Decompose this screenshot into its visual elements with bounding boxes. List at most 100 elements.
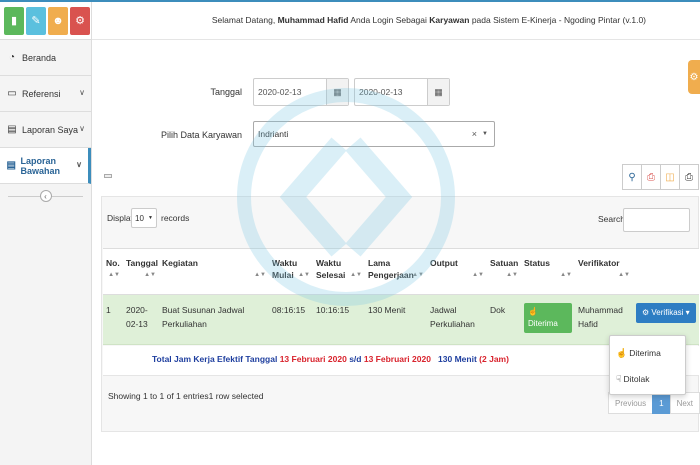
date-from-value[interactable]: 2020-02-13	[254, 87, 326, 97]
sort-icon: ▲▼	[506, 272, 518, 278]
thumbs-down-icon: ☟	[616, 373, 622, 384]
chevron-down-icon: ▼	[148, 215, 153, 221]
sort-icon: ▲▼	[254, 272, 266, 278]
pager-page-1[interactable]: 1	[652, 392, 671, 414]
dropdown-item-diterima[interactable]: ☝ Diterima	[610, 341, 685, 365]
table-header-row: No. ▲▼ Tanggal ▲▼ Kegiatan ▲▼ Waktu Mulai ▲▼…	[103, 248, 699, 295]
dashboard-icon: ◔	[8, 52, 16, 63]
col-output[interactable]: Output ▲▼	[427, 248, 487, 295]
thumbs-up-icon: ☝	[528, 307, 538, 316]
pencil-icon[interactable]: ✎	[26, 6, 46, 35]
status-text: Diterima	[528, 319, 558, 328]
pager-previous[interactable]: Previous	[608, 392, 654, 414]
col-verifikator[interactable]: Verifikator ▲▼	[575, 248, 633, 295]
search-icon[interactable]: ⚲	[622, 164, 642, 190]
book-icon: ▤	[7, 124, 17, 135]
book-icon: ▤	[6, 160, 16, 171]
col-waktu-selesai[interactable]: Waktu Selesai ▲▼	[313, 248, 365, 295]
verifikasi-button[interactable]: ⚙ Verifikasi ▾	[636, 303, 696, 323]
cell-tanggal: 2020-02-13	[123, 294, 159, 345]
sidebar-item-laporan-saya[interactable]: ▤ Laporan Saya ∨	[0, 112, 91, 148]
total-text: Total Jam Kerja Efektif Tanggal 13 Febru…	[152, 354, 509, 364]
chart-icon[interactable]: ▮	[4, 6, 24, 35]
col-action	[633, 248, 699, 295]
col-satuan[interactable]: Satuan ▲▼	[487, 248, 521, 295]
col-no[interactable]: No. ▲▼	[103, 248, 123, 295]
karyawan-value: Indrianti	[258, 129, 289, 139]
col-kegiatan[interactable]: Kegiatan ▲▼	[159, 248, 269, 295]
welcome-prefix: Selamat Datang,	[211, 15, 276, 25]
records-length-select[interactable]: 10 ▼	[131, 208, 157, 228]
karyawan-label: Pilih Data Karyawan	[160, 130, 242, 140]
search-input[interactable]	[623, 208, 690, 232]
tanggal-label: Tanggal	[210, 87, 242, 97]
date-from-field[interactable]: 2020-02-13 ▦	[253, 78, 349, 106]
status-badge: ☝ Diterima	[524, 303, 572, 333]
report-table: No. ▲▼ Tanggal ▲▼ Kegiatan ▲▼ Waktu Mulai ▲▼…	[103, 248, 699, 345]
verifikasi-label: Verifikasi	[651, 308, 684, 317]
pagination: Previous 1 Next	[608, 392, 700, 414]
chevron-down-icon: ∨	[79, 88, 85, 97]
calendar-icon[interactable]: ▦	[427, 79, 449, 105]
calendar-icon[interactable]: ▦	[326, 79, 348, 105]
col-tanggal[interactable]: Tanggal ▲▼	[123, 248, 159, 295]
sort-icon: ▲▼	[108, 272, 120, 278]
cell-satuan: Dok	[487, 294, 521, 345]
cell-kegiatan: Buat Susunan Jadwal Perkuliahan	[159, 294, 269, 345]
users-icon[interactable]: ☻	[48, 6, 68, 35]
minimize-icon[interactable]	[104, 174, 112, 178]
settings-gear-icon[interactable]: ⚙	[688, 60, 700, 94]
cell-lama: 130 Menit	[365, 294, 427, 345]
col-waktu-mulai[interactable]: Waktu Mulai ▲▼	[269, 248, 313, 295]
sort-icon: ▲▼	[144, 272, 156, 278]
top-header: Selamat Datang, Muhammad Hafid Anda Logi…	[92, 2, 700, 40]
login-text: Anda Login Sebagai	[350, 15, 427, 25]
chevron-left-icon[interactable]: ‹	[39, 190, 52, 202]
pdf-icon[interactable]: ⎙	[641, 164, 661, 190]
gear-icon: ⚙	[642, 308, 650, 317]
sort-icon: ▲▼	[412, 272, 424, 278]
clear-icon[interactable]: ×	[472, 129, 477, 139]
sidebar-item-label: Referensi	[22, 88, 61, 99]
sidebar-item-label: Beranda	[22, 52, 57, 63]
thumbs-up-icon: ☝	[616, 347, 628, 358]
system-name: pada Sistem E-Kinerja - Ngoding Pintar (…	[471, 15, 646, 25]
sort-icon: ▲▼	[298, 272, 310, 278]
sidebar-item-laporan-bawahan[interactable]: ▤ Laporan Bawahan ∨	[0, 148, 91, 184]
sidebar-item-referensi[interactable]: ▭ Referensi ∨	[0, 76, 91, 112]
sort-icon: ▲▼	[618, 272, 630, 278]
sort-icon: ▲▼	[472, 272, 484, 278]
chevron-down-icon[interactable]: ▼	[482, 131, 488, 137]
date-to-value[interactable]: 2020-02-13	[355, 87, 427, 97]
length-value: 10	[135, 213, 144, 223]
database-icon[interactable]: ◫	[660, 164, 680, 190]
dropdown-item-ditolak[interactable]: ☟ Ditolak	[610, 367, 685, 391]
verifikasi-dropdown: ☝ Diterima ☟ Ditolak	[609, 335, 686, 395]
table-info: Showing 1 to 1 of 1 entries1 row selecte…	[108, 391, 264, 401]
chevron-down-icon: ∨	[79, 124, 85, 133]
sort-icon: ▲▼	[560, 272, 572, 278]
cell-waktu-mulai: 08:16:15	[269, 294, 313, 345]
pager-next[interactable]: Next	[669, 392, 700, 414]
date-to-field[interactable]: 2020-02-13 ▦	[354, 78, 450, 106]
desktop-icon: ▭	[7, 88, 17, 99]
sidebar: ▮ ✎ ☻ ⚙ ◔ Beranda ▭ Referensi ∨ ▤ Lapora…	[0, 2, 92, 465]
cogs-icon[interactable]: ⚙	[70, 6, 90, 35]
col-status[interactable]: Status ▲▼	[521, 248, 575, 295]
user-name: Muhammad Hafid	[277, 15, 349, 25]
cell-status: ☝ Diterima	[521, 294, 575, 345]
karyawan-select[interactable]: Indrianti × ▼	[253, 121, 495, 147]
col-lama-pengerjaan[interactable]: Lama Pengerjaan ▲▼	[365, 248, 427, 295]
sidebar-shortcuts: ▮ ✎ ☻ ⚙	[0, 2, 91, 40]
chevron-down-icon: ∨	[76, 160, 82, 169]
cell-output: Jadwal Perkuliahan	[427, 294, 487, 345]
sidebar-item-label: Laporan Saya	[22, 124, 79, 135]
sidebar-collapse-toggle[interactable]: ‹	[0, 184, 91, 208]
sidebar-item-beranda[interactable]: ◔ Beranda	[0, 40, 91, 76]
cell-waktu-selesai: 10:16:15	[313, 294, 365, 345]
user-role: Karyawan	[429, 15, 470, 25]
caret-down-icon: ▾	[685, 308, 690, 317]
print-icon[interactable]: ⎙	[679, 164, 699, 190]
welcome-text: Selamat Datang, Muhammad Hafid Anda Logi…	[212, 15, 646, 25]
sort-icon: ▲▼	[350, 272, 362, 278]
